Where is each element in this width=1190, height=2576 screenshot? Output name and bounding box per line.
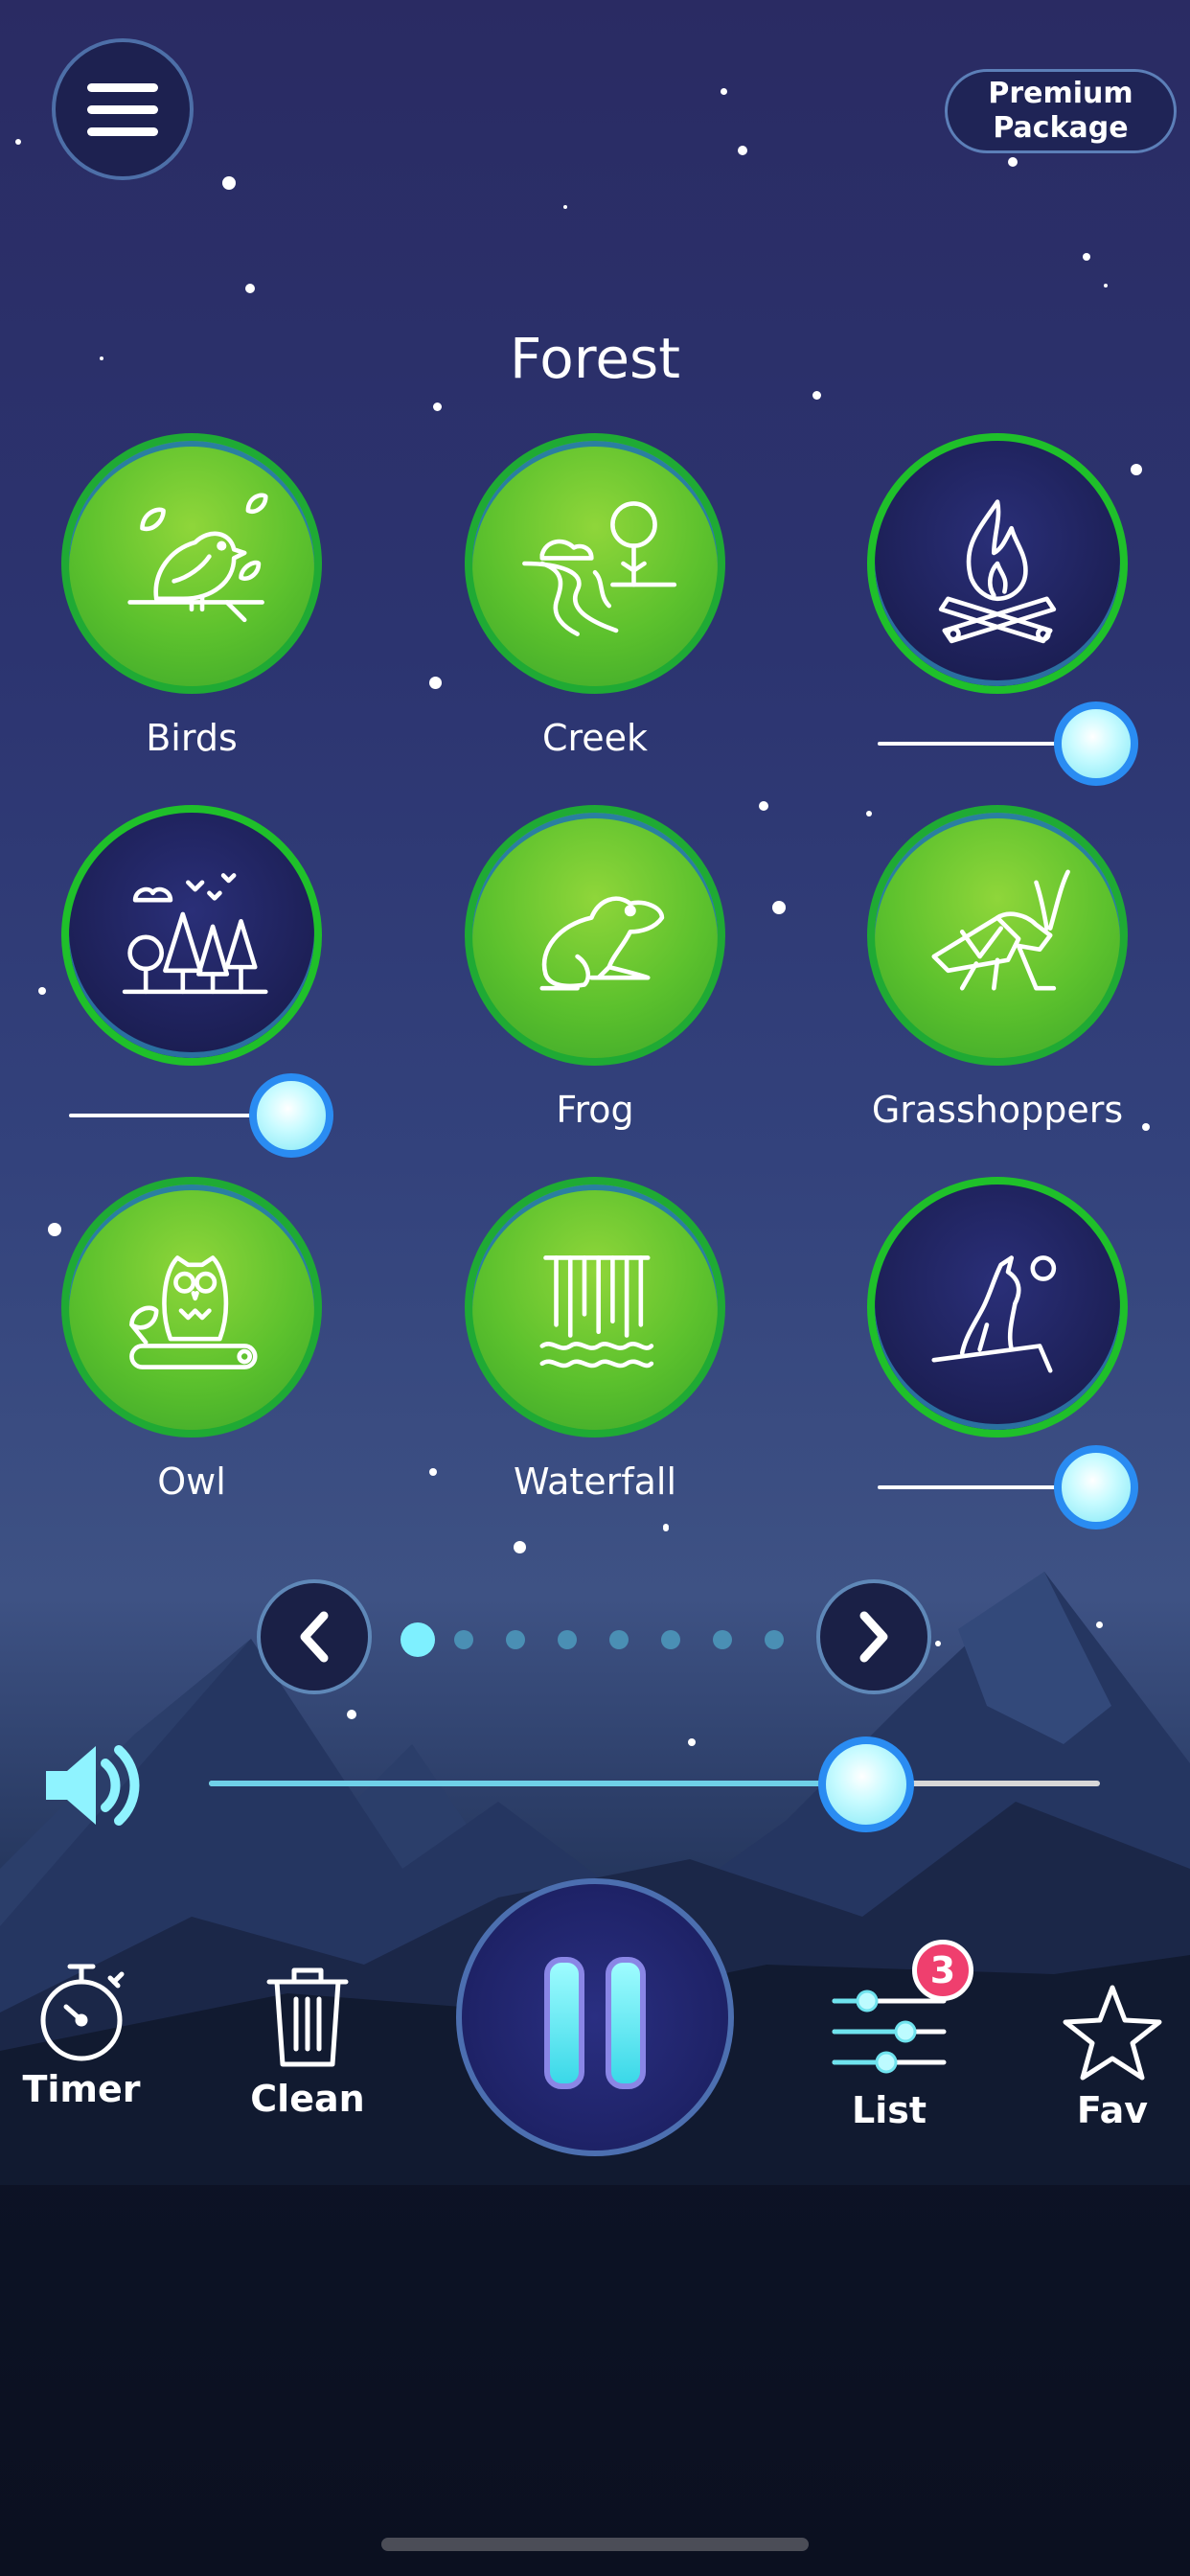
clean-button[interactable]: Clean xyxy=(247,1965,368,2120)
star-icon xyxy=(1063,1985,1162,2081)
page-dot-5[interactable] xyxy=(609,1630,629,1649)
sound-label-owl: Owl xyxy=(157,1460,226,1503)
page-dot-4[interactable] xyxy=(558,1630,577,1649)
page-dot-7[interactable] xyxy=(713,1630,732,1649)
master-volume-fill xyxy=(209,1781,866,1786)
clean-label: Clean xyxy=(250,2078,365,2120)
forest-volume-knob[interactable] xyxy=(249,1073,333,1158)
menu-button[interactable] xyxy=(52,38,194,180)
wolf-volume-track[interactable] xyxy=(878,1485,1073,1489)
fav-label: Fav xyxy=(1076,2089,1149,2131)
hamburger-menu-icon xyxy=(87,82,158,92)
page-dot-1[interactable] xyxy=(400,1622,435,1657)
sound-label-creek: Creek xyxy=(541,717,649,759)
master-volume-knob[interactable] xyxy=(818,1736,914,1832)
mixer-sliders-icon xyxy=(832,1990,947,2074)
page-dot-6[interactable] xyxy=(661,1630,680,1649)
sound-label-grasshoppers: Grasshoppers xyxy=(871,1089,1124,1131)
creek-icon xyxy=(522,501,677,636)
pause-icon xyxy=(544,1957,584,2089)
trash-icon xyxy=(266,1967,349,2067)
campfire-volume-knob[interactable] xyxy=(1054,702,1138,786)
hamburger-bar xyxy=(87,104,158,114)
pause-icon-bar xyxy=(606,1957,646,2089)
speaker-icon[interactable] xyxy=(42,1733,148,1838)
premium-label: Premium Package xyxy=(988,77,1133,145)
home-indicator[interactable] xyxy=(381,2538,809,2551)
sound-tile-forest[interactable] xyxy=(61,805,322,1066)
previous-page-button[interactable] xyxy=(257,1579,372,1694)
list-label: List xyxy=(851,2089,927,2131)
premium-package-button[interactable]: Premium Package xyxy=(945,69,1177,153)
pause-button[interactable] xyxy=(456,1878,734,2156)
sound-tile-birds[interactable] xyxy=(61,433,322,694)
sound-tile-campfire[interactable] xyxy=(867,433,1128,694)
chevron-left-icon xyxy=(300,1611,329,1663)
waterfall-icon xyxy=(539,1255,654,1368)
page-dot-3[interactable] xyxy=(506,1630,525,1649)
sound-label-waterfall: Waterfall xyxy=(513,1460,677,1503)
list-button[interactable]: List xyxy=(822,1986,956,2131)
stopwatch-icon xyxy=(40,1964,125,2061)
sound-tile-owl[interactable] xyxy=(61,1177,322,1438)
forest-volume-track[interactable] xyxy=(69,1114,264,1117)
chevron-right-icon xyxy=(859,1611,888,1663)
wolf-volume-knob[interactable] xyxy=(1054,1445,1138,1530)
campfire-volume-track[interactable] xyxy=(878,742,1073,746)
owl-icon xyxy=(129,1255,258,1369)
sound-label-frog: Frog xyxy=(556,1089,634,1131)
page-dot-2[interactable] xyxy=(454,1630,473,1649)
page-dot-8[interactable] xyxy=(765,1630,784,1649)
next-page-button[interactable] xyxy=(816,1579,931,1694)
sound-label-birds: Birds xyxy=(146,717,238,759)
sound-tile-creek[interactable] xyxy=(465,433,725,694)
bird-icon xyxy=(127,493,268,623)
sound-tile-grasshoppers[interactable] xyxy=(867,805,1128,1066)
timer-label: Timer xyxy=(22,2068,141,2110)
frog-icon xyxy=(539,896,665,991)
category-title: Forest xyxy=(510,326,680,391)
grasshopper-icon xyxy=(931,869,1070,991)
sound-tile-waterfall[interactable] xyxy=(465,1177,725,1438)
hamburger-bar xyxy=(87,126,158,136)
campfire-icon xyxy=(938,499,1057,644)
timer-button[interactable]: Timer xyxy=(21,1959,142,2110)
sound-tile-frog[interactable] xyxy=(465,805,725,1066)
howling-wolf-icon xyxy=(931,1255,1057,1373)
list-count-badge: 3 xyxy=(912,1940,973,2001)
trees-icon xyxy=(122,873,268,995)
sound-tile-wolf[interactable] xyxy=(867,1177,1128,1438)
favorites-button[interactable]: Fav xyxy=(1052,1982,1173,2131)
